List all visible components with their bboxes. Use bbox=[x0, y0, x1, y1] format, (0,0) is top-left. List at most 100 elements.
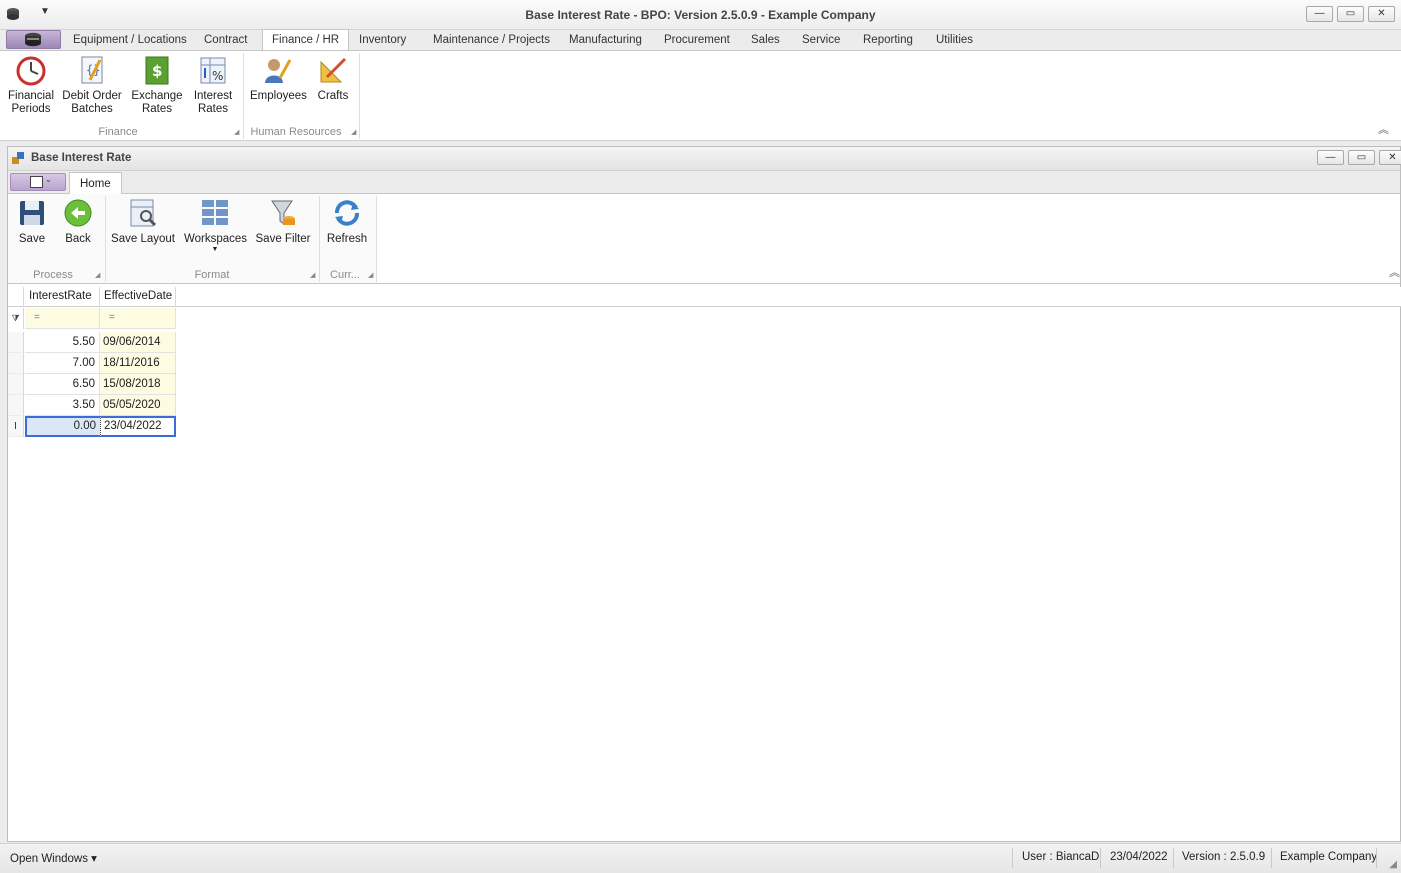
refresh-label: Refresh bbox=[326, 233, 368, 245]
save-filter-label: Save Filter bbox=[255, 233, 311, 245]
child-minimize-button[interactable]: — bbox=[1317, 150, 1344, 165]
tab-contract[interactable]: Contract bbox=[204, 32, 247, 50]
child-maximize-button[interactable]: ▭ bbox=[1348, 150, 1375, 165]
child-title-bar: Base Interest Rate — ▭ ✕ bbox=[8, 147, 1401, 171]
save-button[interactable]: Save bbox=[14, 197, 50, 246]
child-window-title: Base Interest Rate bbox=[31, 152, 132, 164]
status-version: Version : 2.5.0.9 bbox=[1182, 851, 1266, 863]
workspaces-grid-icon bbox=[202, 200, 228, 225]
curr-group-label: Curr... bbox=[330, 269, 360, 281]
window-title: Base Interest Rate - BPO: Version 2.5.0.… bbox=[525, 8, 876, 22]
human-resources-group-label: Human Resources bbox=[250, 126, 342, 138]
child-ribbon: Save Back Process ◢ Save Layout Workspac… bbox=[8, 194, 1400, 284]
filter-funnel-icon bbox=[271, 200, 295, 225]
exchange-rates-label: Exchange Rates bbox=[131, 90, 183, 115]
effective-date-cell[interactable]: 05/05/2020 bbox=[100, 395, 176, 416]
child-close-button[interactable]: ✕ bbox=[1379, 150, 1401, 165]
tab-finance-hr[interactable]: Finance / HR bbox=[262, 29, 350, 51]
crafts-button[interactable]: Crafts bbox=[313, 54, 353, 103]
app-menu-logo-icon bbox=[25, 32, 41, 47]
refresh-button[interactable]: Refresh bbox=[324, 197, 370, 246]
edit-row-indicator-icon: I bbox=[8, 416, 24, 437]
process-group-label: Process bbox=[33, 269, 73, 281]
status-company: Example Company bbox=[1280, 851, 1378, 863]
refresh-icon bbox=[335, 200, 359, 226]
tab-inventory[interactable]: Inventory bbox=[359, 32, 406, 50]
header-indicator bbox=[8, 287, 24, 307]
status-user: User : BiancaD bbox=[1022, 851, 1100, 863]
save-layout-button[interactable]: Save Layout bbox=[111, 197, 175, 246]
interest-rate-cell[interactable]: 7.00 bbox=[25, 353, 100, 374]
filter-effective-date[interactable]: = bbox=[100, 308, 176, 329]
status-bar: Open Windows ▾ User : BiancaD 23/04/2022… bbox=[0, 843, 1401, 873]
effective-date-cell[interactable]: 18/11/2016 bbox=[100, 353, 176, 374]
hr-group-launcher-icon[interactable]: ◢ bbox=[351, 128, 356, 136]
save-filter-button[interactable]: Save Filter bbox=[254, 197, 312, 246]
open-windows-dropdown[interactable]: Open Windows ▾ bbox=[10, 851, 97, 865]
interest-rates-label: Interest Rates bbox=[193, 90, 233, 115]
back-arrow-icon bbox=[64, 199, 92, 227]
chevron-down-icon: ⌄ bbox=[45, 175, 52, 184]
process-group-launcher-icon[interactable]: ◢ bbox=[95, 271, 100, 279]
resize-grip-icon[interactable]: ◢ bbox=[1389, 859, 1397, 870]
tab-manufacturing[interactable]: Manufacturing bbox=[569, 32, 642, 50]
floppy-disk-icon bbox=[20, 201, 44, 225]
exchange-rates-button[interactable]: $ Exchange Rates bbox=[130, 54, 184, 116]
percent-table-icon: % bbox=[200, 57, 226, 84]
column-header-effective-date[interactable]: EffectiveDate bbox=[100, 287, 176, 307]
layout-magnifier-icon bbox=[130, 199, 157, 227]
filter-row-indicator-icon: ⧩ bbox=[8, 308, 24, 329]
main-menu-tabs: Equipment / Locations Contract Finance /… bbox=[0, 29, 1401, 51]
form-icon bbox=[12, 152, 24, 164]
workspaces-label: Workspaces bbox=[184, 233, 248, 245]
back-button[interactable]: Back bbox=[60, 197, 96, 246]
effective-date-cell[interactable]: 15/08/2018 bbox=[100, 374, 176, 395]
effective-date-cell[interactable]: 23/04/2022 bbox=[100, 416, 176, 437]
money-icon: $ bbox=[145, 56, 169, 85]
tab-home[interactable]: Home bbox=[69, 172, 122, 195]
debit-order-batches-button[interactable]: {} Debit Order Batches bbox=[62, 54, 122, 116]
tab-sales[interactable]: Sales bbox=[751, 32, 780, 50]
employees-button[interactable]: Employees bbox=[250, 54, 307, 103]
interest-rate-cell-focused[interactable]: 0.00 bbox=[25, 416, 100, 437]
financial-periods-button[interactable]: Financial Periods bbox=[6, 54, 56, 116]
collapse-ribbon-icon[interactable]: ︽ bbox=[1378, 121, 1389, 137]
child-ribbon-tabs: ⌄ Home bbox=[8, 171, 1400, 195]
format-group-launcher-icon[interactable]: ◢ bbox=[310, 271, 315, 279]
svg-text:%: % bbox=[212, 69, 223, 83]
child-app-menu-button[interactable]: ⌄ bbox=[10, 173, 66, 191]
minimize-button[interactable]: — bbox=[1306, 6, 1333, 22]
effective-date-cell[interactable]: 09/06/2014 bbox=[100, 332, 176, 353]
tab-maintenance-projects[interactable]: Maintenance / Projects bbox=[433, 32, 550, 50]
tab-procurement[interactable]: Procurement bbox=[664, 32, 730, 50]
back-label: Back bbox=[65, 233, 91, 245]
interest-rate-cell[interactable]: 5.50 bbox=[25, 332, 100, 353]
pencil-ruler-icon bbox=[320, 57, 347, 83]
save-label: Save bbox=[18, 233, 46, 245]
interest-rates-button[interactable]: % Interest Rates bbox=[188, 54, 238, 116]
base-interest-rate-window: Base Interest Rate — ▭ ✕ ⌄ Home Save Bac… bbox=[7, 146, 1401, 842]
list-icon bbox=[30, 176, 43, 188]
interest-rate-cell[interactable]: 3.50 bbox=[25, 395, 100, 416]
title-bar: ▼ Base Interest Rate - BPO: Version 2.5.… bbox=[0, 0, 1401, 30]
filter-interest-rate[interactable]: = bbox=[25, 308, 100, 329]
collapse-child-ribbon-icon[interactable]: ︽ bbox=[1389, 264, 1400, 280]
column-header-interest-rate[interactable]: InterestRate bbox=[25, 287, 100, 307]
interest-rate-cell[interactable]: 6.50 bbox=[25, 374, 100, 395]
ribbon-group-separator bbox=[359, 53, 360, 139]
tab-reporting[interactable]: Reporting bbox=[863, 32, 913, 50]
finance-group-launcher-icon[interactable]: ◢ bbox=[234, 128, 239, 136]
document-edit-icon: {} bbox=[81, 56, 103, 84]
tab-equipment-locations[interactable]: Equipment / Locations bbox=[73, 32, 187, 50]
status-date: 23/04/2022 bbox=[1110, 851, 1168, 863]
workspaces-button[interactable]: Workspaces ▼ bbox=[184, 197, 248, 254]
tab-utilities[interactable]: Utilities bbox=[936, 32, 973, 50]
application-menu-button[interactable] bbox=[6, 30, 61, 49]
close-button[interactable]: ✕ bbox=[1368, 6, 1395, 22]
tab-service[interactable]: Service bbox=[802, 32, 840, 50]
curr-group-launcher-icon[interactable]: ◢ bbox=[368, 271, 373, 279]
maximize-button[interactable]: ▭ bbox=[1337, 6, 1364, 22]
save-layout-label: Save Layout bbox=[111, 233, 175, 245]
clock-icon bbox=[16, 56, 46, 86]
financial-periods-label: Financial Periods bbox=[7, 90, 55, 115]
